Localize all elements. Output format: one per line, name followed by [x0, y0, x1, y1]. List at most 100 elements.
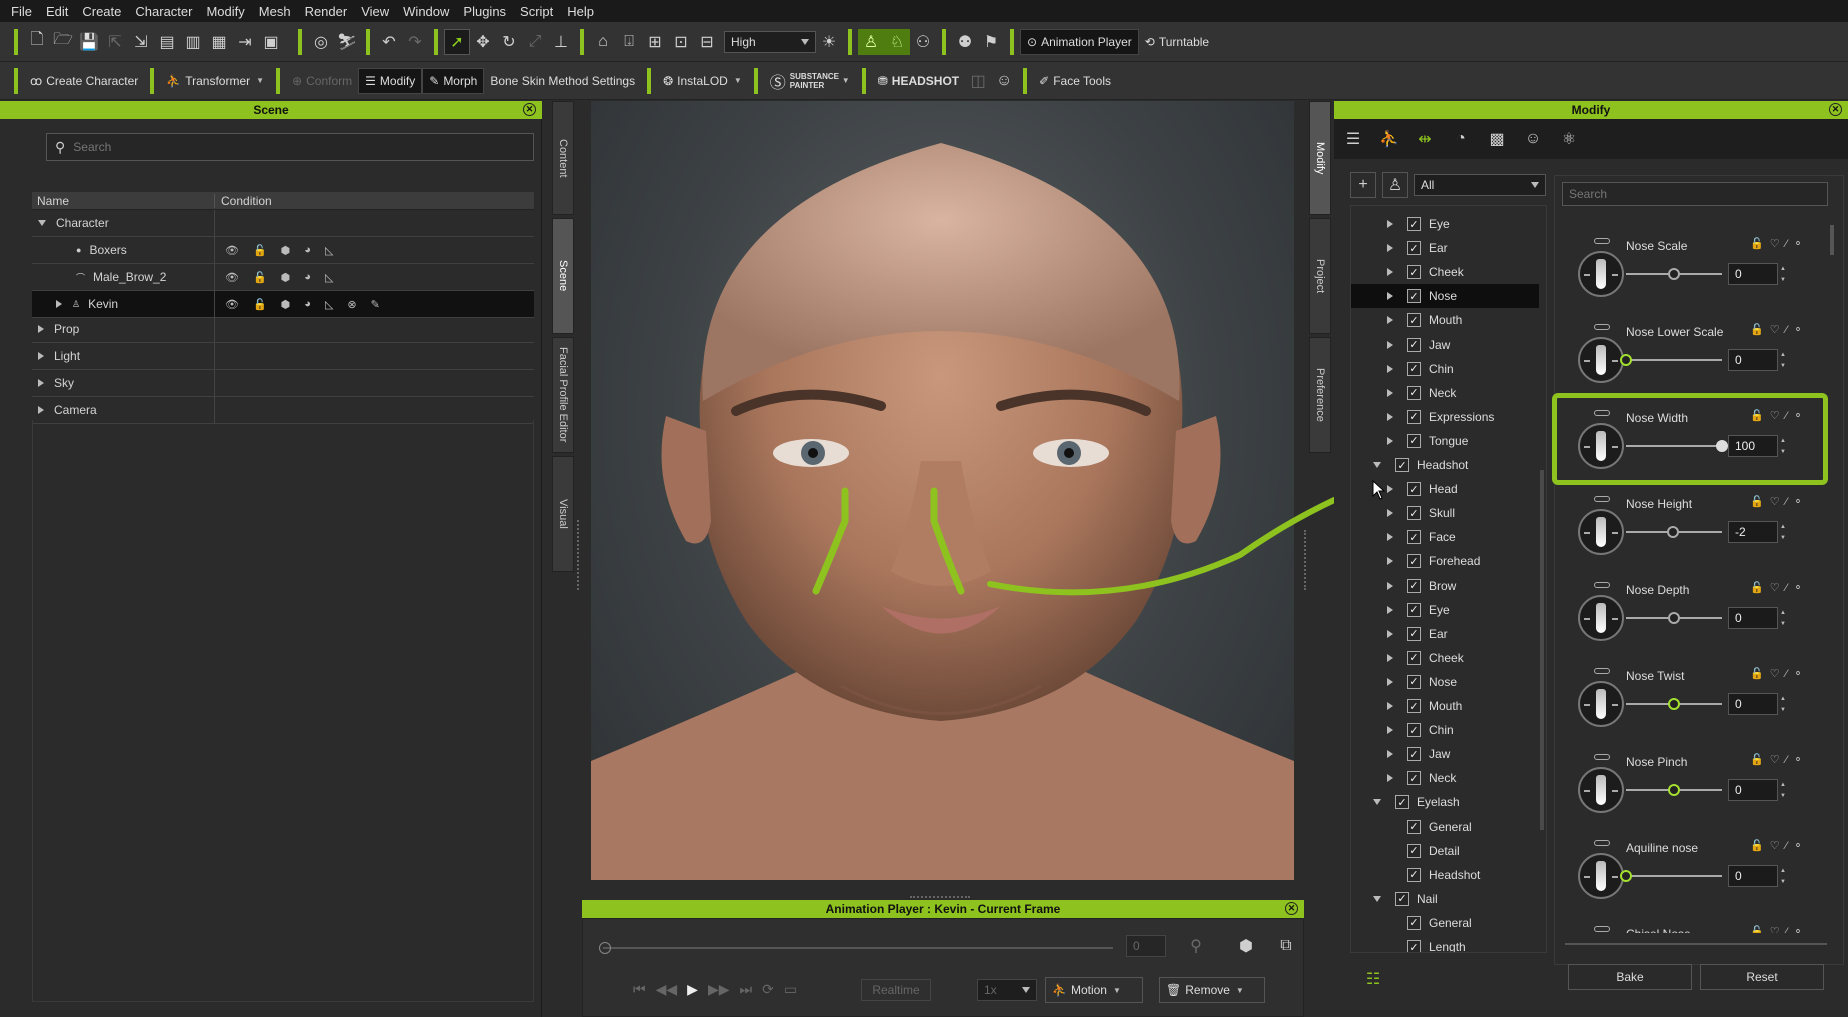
user-settings-icon[interactable]: ⚉: [952, 29, 978, 55]
checkbox[interactable]: ✓: [1395, 458, 1409, 472]
value-spinner[interactable]: ▲ ▼: [1778, 865, 1788, 887]
pencil-icon[interactable]: ✎: [371, 298, 380, 311]
checkbox[interactable]: ✓: [1407, 819, 1421, 834]
knob-toggle[interactable]: [1594, 496, 1610, 502]
slider-track[interactable]: [1626, 359, 1722, 361]
substance-painter-button[interactable]: Ⓢ SUBSTANCE PAINTER ▼: [764, 68, 856, 94]
nose-preview-icon[interactable]: [1578, 251, 1624, 297]
rotate-icon[interactable]: ↻: [496, 29, 522, 55]
light-icon[interactable]: ☀: [816, 29, 842, 55]
tree-item-mouth[interactable]: ✓ Mouth: [1387, 308, 1462, 332]
skip-start-icon[interactable]: ⏮: [633, 981, 646, 998]
checkbox[interactable]: ✓: [1407, 699, 1421, 713]
checkbox[interactable]: ✓: [1407, 289, 1421, 304]
splitter-handle[interactable]: [1304, 530, 1306, 590]
sphere-icon[interactable]: ◕: [304, 271, 311, 283]
tree-item-headshot[interactable]: ✓ Headshot: [1373, 453, 1468, 477]
tree-item-eye[interactable]: ✓ Eye: [1387, 598, 1450, 622]
turntable-button[interactable]: ⟲ Turntable: [1139, 29, 1215, 55]
expand-arrow-icon[interactable]: [1387, 509, 1393, 518]
nose-preview-icon[interactable]: [1578, 337, 1624, 383]
flag-icon[interactable]: ⚑: [978, 29, 1004, 55]
scene-row-light[interactable]: Light: [32, 343, 534, 370]
menu-item-render[interactable]: Render: [298, 4, 355, 19]
nose-preview-icon[interactable]: [1578, 767, 1624, 813]
transformer-button[interactable]: ⛹ Transformer ▼: [160, 68, 270, 94]
motion-button[interactable]: ⛹ Motion ▼: [1045, 977, 1143, 1003]
tree-item-general[interactable]: ✓ General: [1387, 911, 1472, 935]
menu-item-character[interactable]: Character: [128, 4, 199, 19]
import-icon[interactable]: ⇱: [102, 29, 128, 55]
checkbox[interactable]: ✓: [1407, 626, 1421, 641]
tree-item-neck[interactable]: ✓ Neck: [1387, 381, 1456, 405]
expand-arrow-icon[interactable]: [1387, 340, 1393, 349]
checkbox[interactable]: ✓: [1407, 217, 1421, 231]
value-spinner[interactable]: ▲ ▼: [1778, 779, 1788, 801]
scene-row-kevin[interactable]: ♙ Kevin 👁 🔓 ⬢ ◕ ◺ ⊗ ✎: [32, 291, 534, 318]
material-icon[interactable]: ◔: [1448, 126, 1474, 152]
spin-down-icon[interactable]: ▼: [1780, 535, 1786, 541]
close-icon[interactable]: ✕: [1285, 902, 1298, 915]
usd-export-icon[interactable]: ▦: [206, 29, 232, 55]
realtime-toggle[interactable]: Realtime: [861, 979, 931, 1001]
tree-item-eyelash[interactable]: ✓ Eyelash: [1373, 790, 1460, 814]
export-icon[interactable]: ⇲: [128, 29, 154, 55]
expand-arrow-icon[interactable]: [1387, 726, 1393, 735]
pose-icon[interactable]: ⛷: [334, 29, 360, 55]
slider-thumb[interactable]: [1620, 870, 1632, 882]
tree-item-length[interactable]: ✓ Length: [1387, 935, 1466, 952]
morph-slider-icon[interactable]: ⇹: [1412, 126, 1438, 152]
spin-up-icon[interactable]: ▲: [1780, 868, 1786, 874]
nose-preview-icon[interactable]: [1578, 595, 1624, 641]
expand-arrow-icon[interactable]: [1387, 316, 1393, 325]
slider-option-icons[interactable]: 🔓♡⁄⚬: [1750, 925, 1809, 933]
scene-row-character[interactable]: Character: [32, 210, 534, 237]
morph-search-input[interactable]: [1569, 187, 1777, 201]
tree-item-chin[interactable]: ✓ Chin: [1387, 357, 1454, 381]
checkbox[interactable]: ✓: [1407, 867, 1421, 882]
spin-down-icon[interactable]: ▼: [1780, 879, 1786, 885]
attributes-icon[interactable]: ☰: [1340, 126, 1366, 152]
spin-up-icon[interactable]: ▲: [1780, 352, 1786, 358]
checkbox[interactable]: ✓: [1407, 940, 1421, 952]
tab-facial-profile-editor[interactable]: Facial Profile Editor: [552, 337, 574, 453]
spin-up-icon[interactable]: ▲: [1780, 696, 1786, 702]
menu-item-mesh[interactable]: Mesh: [252, 4, 298, 19]
tree-item-cheek[interactable]: ✓ Cheek: [1387, 260, 1464, 284]
person-icon[interactable]: ♙: [1382, 172, 1408, 198]
expand-arrow-icon[interactable]: [1387, 653, 1393, 662]
knob-toggle[interactable]: [1594, 582, 1610, 588]
open-folder-icon[interactable]: 🗁: [50, 29, 76, 55]
zoom-selected-icon[interactable]: ⊡: [668, 29, 694, 55]
expand-arrow-icon[interactable]: [1387, 677, 1393, 686]
undo-icon[interactable]: ↶: [376, 29, 402, 55]
tree-scrollbar[interactable]: [1540, 470, 1544, 830]
slider-value-input[interactable]: 0: [1728, 779, 1778, 801]
spin-up-icon[interactable]: ▲: [1780, 610, 1786, 616]
target-icon[interactable]: ⊗: [347, 298, 356, 311]
tree-item-skull[interactable]: ✓ Skull: [1387, 501, 1455, 525]
knob-toggle[interactable]: [1594, 926, 1610, 932]
step-forward-icon[interactable]: ▶▶: [708, 981, 730, 998]
value-spinner[interactable]: ▲ ▼: [1778, 521, 1788, 543]
headshot-button[interactable]: ⛃ HEADSHOT: [872, 68, 965, 94]
slider-h-scrollbar[interactable]: [1565, 943, 1827, 945]
splitter-handle[interactable]: [577, 520, 579, 590]
tree-item-jaw[interactable]: ✓ Jaw: [1387, 333, 1450, 357]
expand-arrow-icon[interactable]: [1387, 774, 1393, 783]
expand-arrow-icon[interactable]: [1387, 364, 1393, 373]
collapse-arrow-icon[interactable]: [1373, 799, 1381, 806]
knob-toggle[interactable]: [1594, 238, 1610, 244]
close-icon[interactable]: ✕: [1829, 103, 1842, 116]
knob-toggle[interactable]: [1594, 840, 1610, 846]
frame-input[interactable]: 0: [1126, 935, 1166, 957]
eye-icon[interactable]: 👁: [225, 298, 239, 311]
checkbox[interactable]: ✓: [1407, 241, 1421, 256]
timeline-playhead[interactable]: [599, 942, 611, 954]
play-icon[interactable]: ▶: [687, 981, 698, 998]
expand-arrow-icon[interactable]: [56, 300, 62, 308]
tab-project[interactable]: Project: [1309, 218, 1331, 334]
tree-item-ear[interactable]: ✓ Ear: [1387, 236, 1448, 260]
menu-item-help[interactable]: Help: [560, 4, 601, 19]
collapse-arrow-icon[interactable]: [1373, 462, 1381, 468]
